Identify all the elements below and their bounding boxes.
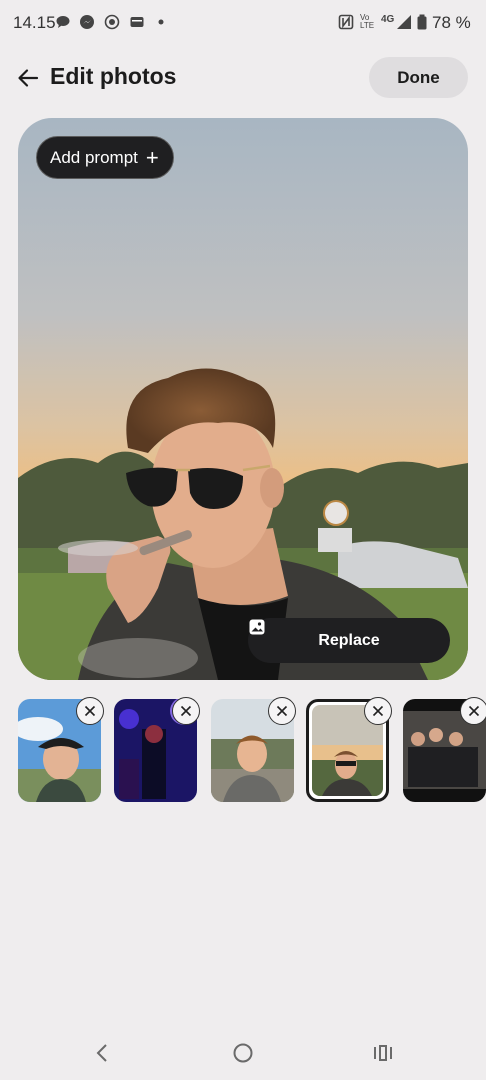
arrow-left-icon xyxy=(18,69,39,87)
nav-recents-button[interactable] xyxy=(365,1036,401,1070)
wallet-icon xyxy=(130,17,144,27)
battery-icon xyxy=(417,14,427,30)
close-icon xyxy=(180,705,192,717)
volte-icon: Vo LTE xyxy=(360,13,375,30)
status-time: 14.15 xyxy=(13,13,56,32)
done-button[interactable]: Done xyxy=(369,57,468,98)
battery-percentage: 78 % xyxy=(432,13,471,32)
chat-bubble-icon xyxy=(56,16,70,28)
nfc-icon xyxy=(338,14,354,30)
recents-icon xyxy=(374,1045,392,1061)
close-icon xyxy=(372,705,384,717)
dot-icon xyxy=(158,19,164,25)
main-photo[interactable]: Add prompt + Replace xyxy=(18,118,468,680)
back-button[interactable] xyxy=(10,60,46,96)
remove-photo-2-button[interactable] xyxy=(172,697,200,725)
signal-app-icon xyxy=(104,14,120,30)
image-icon xyxy=(249,619,265,635)
main-photo-image xyxy=(18,118,468,680)
add-prompt-button[interactable]: Add prompt + xyxy=(36,136,174,179)
plus-icon: + xyxy=(145,144,159,170)
remove-photo-4-button[interactable] xyxy=(364,697,392,725)
close-icon xyxy=(84,705,96,717)
close-icon xyxy=(276,705,288,717)
network-4g-icon: 4G xyxy=(381,14,395,25)
circle-home-icon xyxy=(233,1043,253,1063)
nav-back-button[interactable] xyxy=(84,1036,120,1070)
remove-photo-1-button[interactable] xyxy=(76,697,104,725)
page-title: Edit photos xyxy=(50,63,177,89)
add-prompt-label: Add prompt xyxy=(50,147,138,167)
signal-strength-icon xyxy=(397,15,411,29)
messenger-icon xyxy=(80,15,94,29)
close-icon xyxy=(468,705,480,717)
remove-photo-3-button[interactable] xyxy=(268,697,296,725)
chevron-left-icon xyxy=(96,1044,107,1062)
replace-button[interactable]: Replace xyxy=(248,618,450,663)
replace-label: Replace xyxy=(318,631,380,649)
remove-photo-5-button[interactable] xyxy=(460,697,486,725)
status-bar: 14.15 Vo LTE 4G 78 % xyxy=(0,0,486,46)
nav-home-button[interactable] xyxy=(225,1036,261,1070)
